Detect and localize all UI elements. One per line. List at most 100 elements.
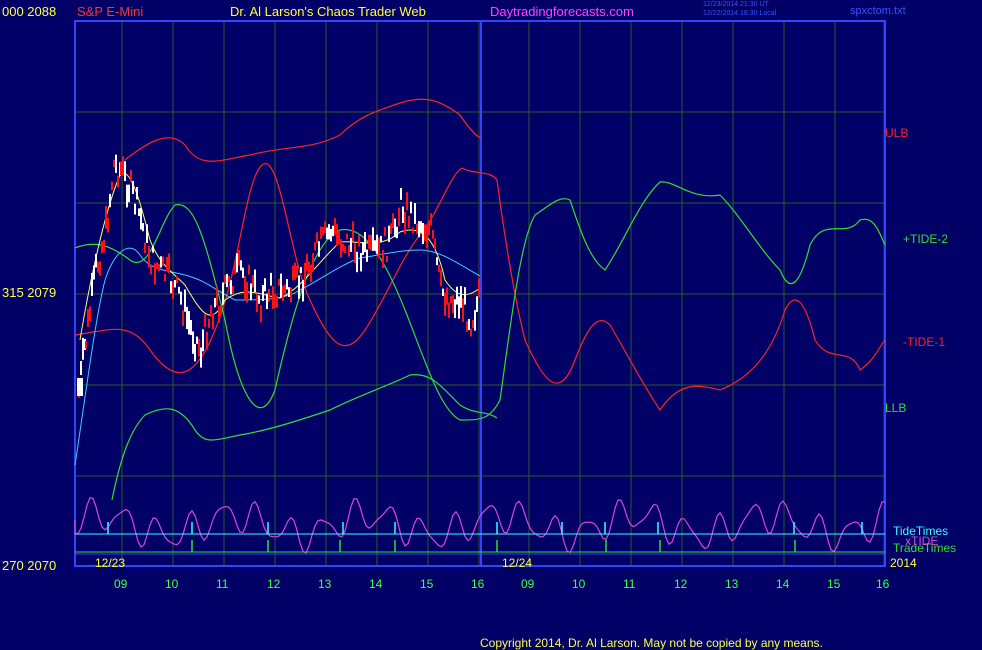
price-bar — [472, 319, 474, 329]
price-bar — [444, 292, 446, 316]
price-top-label: 000 2088 — [2, 4, 57, 19]
price-bar — [272, 286, 274, 309]
price-bar — [312, 253, 314, 272]
price-bar — [296, 265, 298, 278]
price-bar — [330, 228, 332, 242]
price-bar — [87, 309, 89, 328]
price-bar — [186, 306, 188, 330]
price-bar — [424, 224, 426, 241]
price-bar — [366, 249, 368, 262]
price-bar — [80, 361, 82, 376]
price-bar — [91, 273, 93, 296]
date-label-1: 12/23 — [95, 556, 126, 570]
price-bar — [160, 256, 162, 268]
price-bar — [194, 343, 196, 362]
hour-tick-10: 11 — [623, 577, 636, 591]
price-bar — [310, 265, 312, 282]
price-bar — [262, 285, 264, 302]
price-bar — [148, 245, 150, 268]
price-bar — [162, 256, 164, 266]
hour-tick-11: 12 — [674, 577, 688, 591]
price-bar — [404, 212, 406, 235]
price-bar — [138, 208, 140, 217]
price-bar — [450, 295, 452, 304]
price-bar — [414, 202, 416, 224]
price-bar — [334, 218, 336, 236]
price-bar — [146, 224, 148, 243]
price-bar — [304, 262, 306, 286]
price-bar — [290, 287, 292, 303]
price-bar — [352, 221, 354, 242]
price-bar — [222, 282, 224, 305]
price-bar — [280, 273, 282, 298]
price-bar — [126, 184, 128, 208]
hour-tick-2: 11 — [216, 577, 229, 591]
price-bar — [402, 206, 404, 224]
chart-canvas — [74, 20, 886, 567]
price-bar — [386, 255, 388, 263]
price-bar — [188, 311, 190, 335]
price-bar — [332, 225, 334, 237]
price-bar — [166, 256, 168, 272]
price-bar — [198, 338, 200, 357]
hour-tick-8: 09 — [521, 577, 535, 591]
price-bar — [336, 224, 338, 246]
price-bar — [278, 278, 280, 286]
price-bar — [326, 227, 328, 240]
price-bar — [374, 240, 376, 251]
tide1-label: -TIDE-1 — [903, 335, 945, 349]
price-bar — [107, 218, 109, 233]
price-bar — [164, 273, 166, 282]
hour-tick-12: 13 — [725, 577, 739, 591]
price-bar — [120, 161, 122, 176]
price-bar — [396, 226, 398, 239]
price-bar — [152, 246, 154, 253]
price-bar — [208, 318, 210, 328]
price-bar — [388, 225, 390, 242]
price-bar — [476, 296, 478, 312]
copyright-footer: Copyright 2014, Dr. Al Larson. May not b… — [480, 636, 823, 650]
price-bar — [376, 234, 378, 254]
price-bar — [316, 232, 318, 244]
hour-tick-0: 09 — [114, 577, 128, 591]
site-url[interactable]: Daytradingforecasts.com — [490, 4, 634, 19]
price-bar — [452, 295, 454, 314]
price-bar — [286, 279, 288, 290]
price-bar — [103, 240, 105, 253]
price-bar — [124, 161, 126, 182]
price-bar — [174, 280, 176, 288]
price-bar — [154, 263, 156, 285]
price-bar — [370, 235, 372, 251]
site-title: Dr. Al Larson's Chaos Trader Web — [230, 4, 426, 19]
price-bar — [82, 337, 84, 360]
price-bar — [466, 321, 468, 332]
price-bar — [460, 286, 462, 308]
price-bar — [168, 253, 170, 274]
price-bar — [342, 243, 344, 252]
price-bar — [274, 293, 276, 308]
price-bar — [458, 296, 460, 319]
price-bar — [136, 186, 138, 200]
price-bar — [294, 262, 296, 280]
price-bar — [426, 224, 428, 249]
price-bar — [406, 192, 408, 211]
price-bar — [416, 223, 418, 234]
hour-tick-13: 14 — [776, 577, 790, 591]
price-bar — [270, 272, 272, 286]
price-bar — [150, 265, 152, 275]
price-bar — [288, 287, 290, 298]
hour-tick-7: 16 — [471, 577, 485, 591]
price-bar — [250, 283, 252, 301]
hour-tick-4: 13 — [318, 577, 332, 591]
price-bar — [216, 286, 218, 306]
price-bar — [172, 281, 174, 300]
price-bar — [196, 336, 198, 344]
price-bar — [105, 206, 107, 229]
hour-tick-14: 15 — [827, 577, 841, 591]
price-bar — [182, 310, 184, 326]
price-bar — [122, 156, 124, 176]
price-bar — [115, 154, 117, 173]
price-bar — [206, 331, 208, 350]
price-bar — [117, 175, 119, 188]
year-label: 2014 — [890, 556, 917, 570]
